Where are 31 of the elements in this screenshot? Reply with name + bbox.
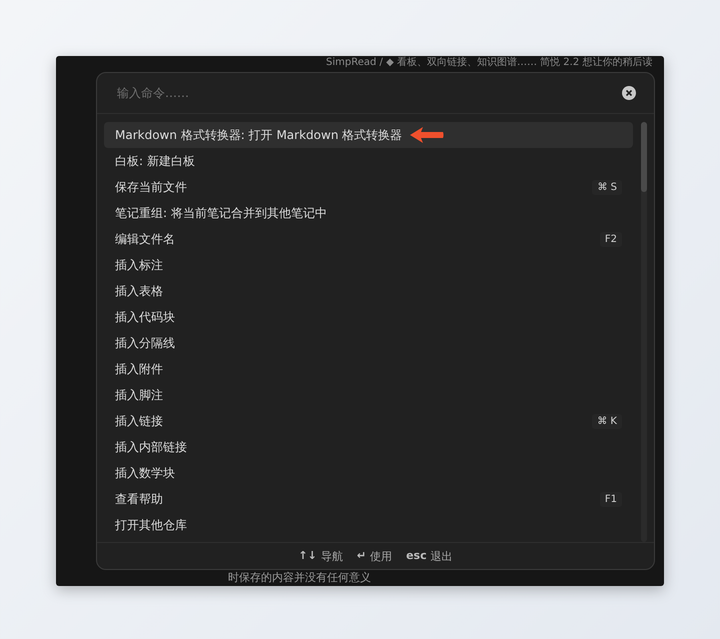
key-hint: ↵ [356, 548, 366, 564]
document-text: SimpRead / ◆ 看板、双向链接、知识图谱…… 简悦 2.2 想让你的稍后读 [326, 57, 652, 69]
shortcut-key: ⌘ K [592, 414, 622, 428]
command-item[interactable]: 插入分隔线 [104, 330, 633, 356]
command-item[interactable]: 插入代码块 [104, 304, 633, 330]
hint-label: 退出 [430, 548, 453, 564]
command-item[interactable]: 插入标注 [104, 252, 633, 278]
shortcut-key: F1 [600, 492, 622, 506]
command-item[interactable]: 插入脚注 [104, 382, 633, 408]
command-item[interactable]: 插入链接 ⌘ K [104, 408, 633, 434]
command-item[interactable]: 保存当前文件 ⌘ S [104, 174, 633, 200]
command-item[interactable]: Markdown 格式转换器: 打开 Markdown 格式转换器 [104, 122, 633, 148]
command-item[interactable]: 打开其他仓库 [104, 512, 633, 538]
document-text: 时保存的内容并没有任何意义 [228, 571, 371, 584]
scrollbar[interactable] [641, 122, 647, 542]
command-item[interactable]: 插入内部链接 [104, 434, 633, 460]
close-icon[interactable] [622, 86, 636, 100]
command-item[interactable]: 笔记重组: 将当前笔记合并到其他笔记中 [104, 200, 633, 226]
shortcut-key: F2 [600, 232, 622, 246]
command-input[interactable]: 输入命令…… [115, 85, 622, 101]
command-item[interactable]: 白板: 新建白板 [104, 148, 633, 174]
command-item[interactable]: 查看帮助 F1 [104, 486, 633, 512]
command-item[interactable]: 编辑文件名 F2 [104, 226, 633, 252]
command-item[interactable]: 插入数学块 [104, 460, 633, 486]
key-hint: ↑↓ [298, 548, 317, 564]
command-item[interactable]: 插入表格 [104, 278, 633, 304]
shortcut-key: ⌘ S [592, 180, 622, 194]
hint-label: 导航 [320, 548, 343, 564]
hint-label: 使用 [370, 548, 392, 564]
key-hint: esc [406, 548, 427, 564]
command-item[interactable]: 插入附件 [104, 356, 633, 382]
